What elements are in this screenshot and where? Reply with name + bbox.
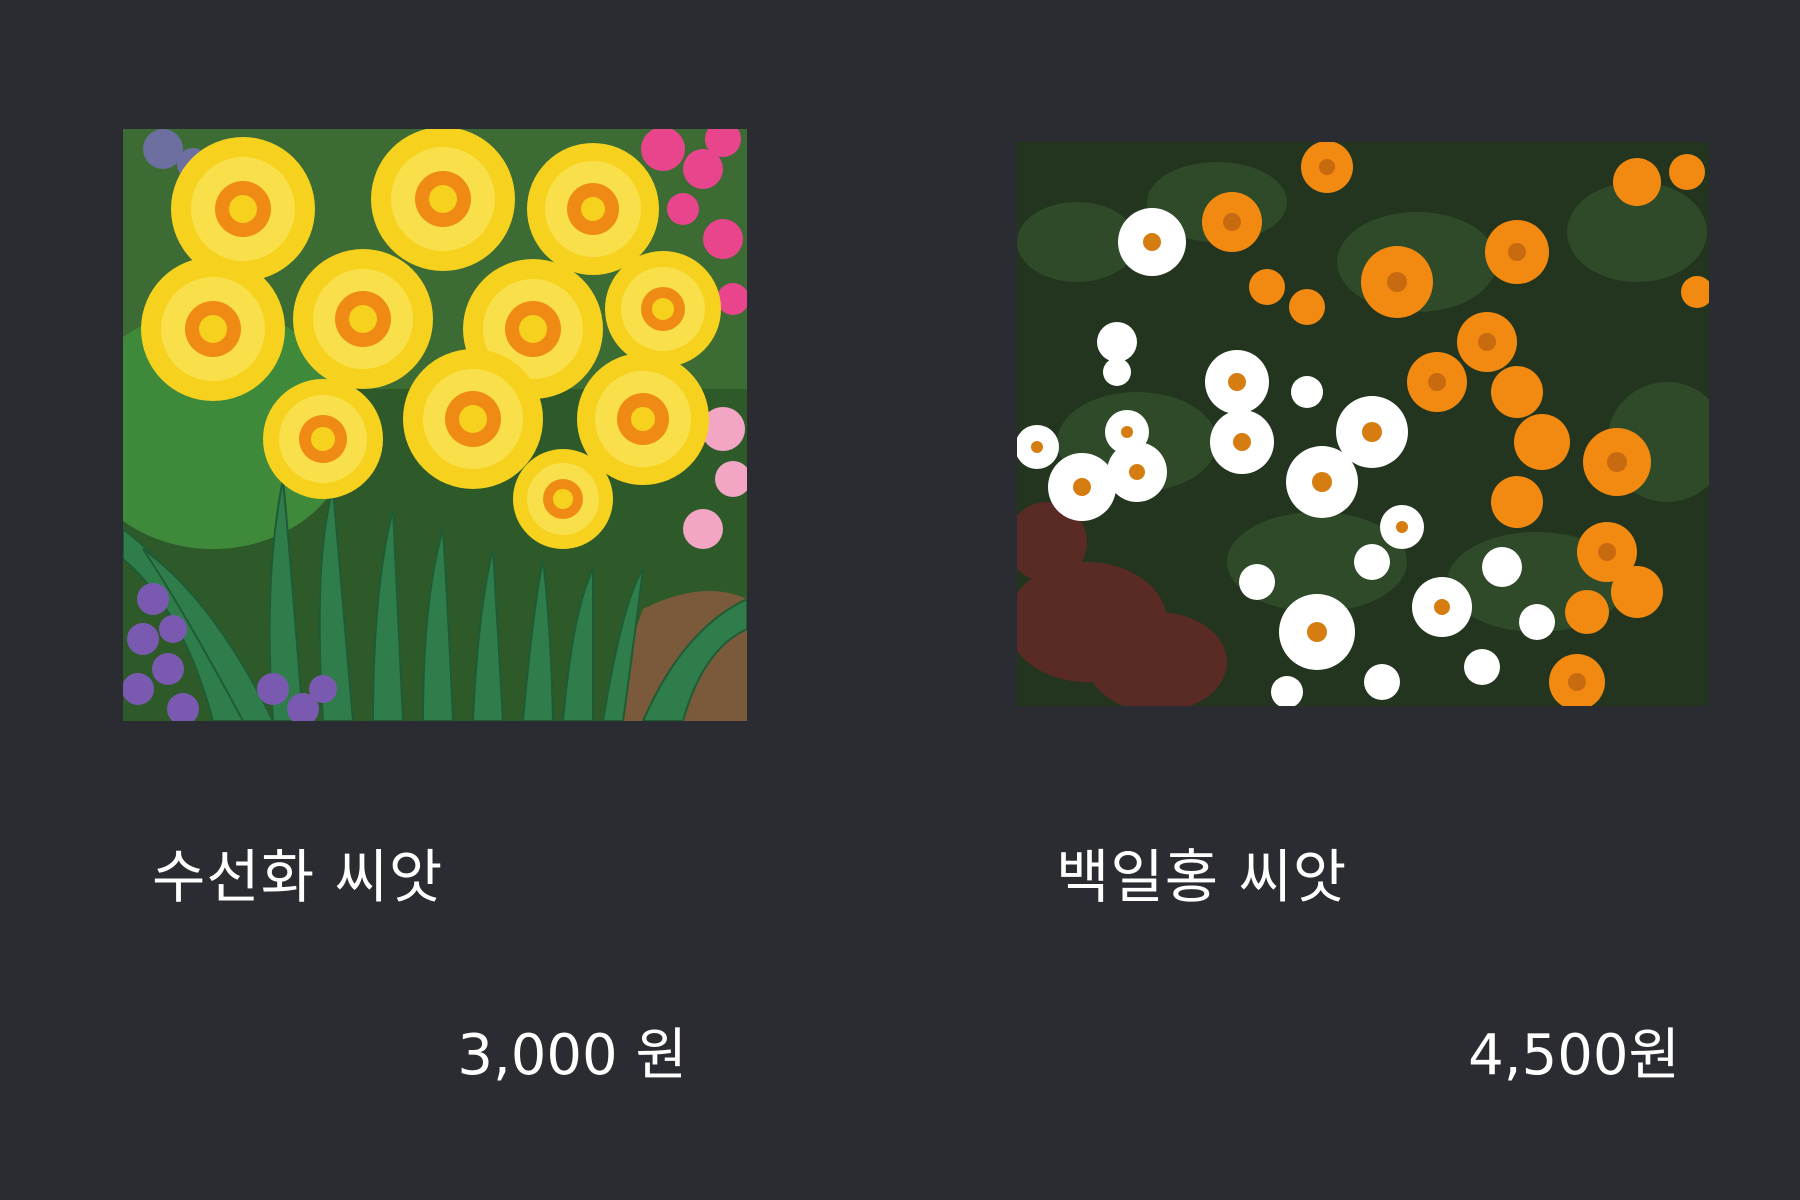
- product-card-daffodil[interactable]: 수선화 씨앗 3,000 원: [0, 0, 900, 1200]
- zinnia-image[interactable]: [1017, 142, 1709, 706]
- product-name[interactable]: 수선화 씨앗: [152, 830, 443, 914]
- daffodil-image[interactable]: [123, 129, 747, 721]
- product-name[interactable]: 백일홍 씨앗: [1056, 830, 1347, 914]
- product-price: 4,500원: [1468, 1023, 1680, 1088]
- product-listing-page: 수선화 씨앗 3,000 원 백일홍 씨앗 4,500원: [0, 0, 1800, 1200]
- product-card-zinnia[interactable]: 백일홍 씨앗 4,500원: [900, 0, 1800, 1200]
- product-price: 3,000 원: [457, 1023, 687, 1088]
